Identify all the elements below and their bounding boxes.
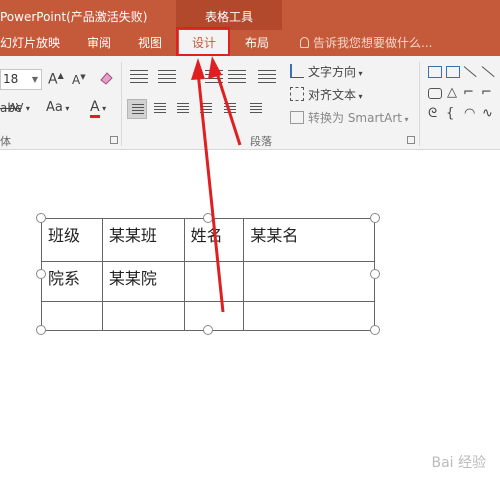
watermark: Bai 经验 [431,455,486,471]
eraser-icon [100,72,113,85]
justify-button[interactable] [196,99,216,119]
chevron-down-icon: ▼ [31,75,38,84]
font-dialog-launcher-icon[interactable] [110,136,118,144]
smartart-icon [290,111,304,124]
table-cell[interactable]: 班级 [41,218,103,262]
increase-indent-icon[interactable] [205,70,223,83]
columns-button[interactable] [246,99,266,119]
group-divider [419,62,420,146]
align-text-icon [290,87,304,101]
table-cell[interactable] [183,261,245,302]
ribbon: 18 ▼ A▲ A▼ abc AV ▾ Aa ▾ A ▾ 体 文字方向 ▾ 对齐… [0,56,500,150]
rounded-rectangle-shape-icon[interactable] [428,88,442,99]
font-size-select[interactable]: 18 ▼ [0,69,42,90]
resize-handle[interactable] [203,325,213,335]
table-tools-title: 表格工具 [204,10,253,24]
textbox-shape-icon[interactable] [428,66,442,78]
grow-font-button[interactable]: A▲ [48,71,64,88]
freeform-shape-icon[interactable]: ᘓ [428,106,437,121]
text-direction-icon [290,64,304,78]
table-cell[interactable]: 某某班 [101,218,185,262]
tell-me-text: 告诉我您想要做什么... [313,36,433,50]
distributed-button[interactable] [220,99,240,119]
resize-handle[interactable] [370,269,380,279]
group-divider [121,62,122,146]
table-row: 班级 某某班 姓名 某某名 [41,218,375,262]
resize-handle[interactable] [370,213,380,223]
curve-shape-icon[interactable]: { [446,106,454,121]
app-title: PowerPoint(产品激活失败) [0,10,148,24]
align-right-icon [177,103,189,114]
align-left-icon [132,104,144,115]
convert-smartart-button[interactable]: 转换为 SmartArt ▾ [290,109,409,126]
numbering-icon[interactable] [158,70,176,83]
char-spacing-label: AV [9,101,24,114]
elbow-connector-shape-icon[interactable]: ⌐ [463,85,474,100]
align-text-label: 对齐文本 [308,88,357,102]
grow-font-label: A [48,71,58,88]
align-center-icon [154,103,166,114]
table-cell[interactable]: 姓名 [183,218,245,262]
paragraph-dialog-launcher-icon[interactable] [407,136,415,144]
line-shape-icon[interactable] [463,66,477,78]
distributed-icon [224,103,236,114]
text-direction-button[interactable]: 文字方向 ▾ [290,63,363,80]
resize-handle[interactable] [36,325,46,335]
table-cell[interactable] [243,301,375,331]
shrink-font-label: A [72,73,81,87]
tab-review[interactable]: 审阅 [87,30,111,56]
vertical-textbox-shape-icon[interactable] [446,66,460,78]
table-cell[interactable]: 某某名 [243,218,375,262]
table-cell[interactable] [41,301,103,331]
arrow-shape-icon[interactable] [481,66,495,78]
tell-me-search[interactable]: 告诉我您想要做什么... [300,30,432,56]
clear-formatting-button[interactable] [99,70,113,85]
decrease-indent-icon[interactable] [228,70,246,83]
font-color-button[interactable]: A ▾ [90,99,106,118]
columns-icon [250,103,262,114]
curved-connector-shape-icon[interactable]: ⌐ [481,85,492,100]
resize-handle[interactable] [370,325,380,335]
tab-layout[interactable]: 布局 [245,30,269,56]
bullets-icon[interactable] [130,70,148,83]
table-cell[interactable] [101,301,185,331]
align-right-button[interactable] [173,99,193,119]
slide-table[interactable]: 班级 某某班 姓名 某某名 院系 某某院 [41,218,375,331]
ribbon-tab-row: 幻灯片放映 审阅 视图 设计 布局 告诉我您想要做什么... [0,30,500,56]
triangle-shape-icon[interactable]: △ [447,85,457,100]
justify-icon [200,103,212,114]
resize-handle[interactable] [36,213,46,223]
table-cell[interactable]: 院系 [41,261,103,302]
design-tab-highlight-box [176,27,230,56]
table-row: 院系 某某院 [41,261,375,302]
table-cell[interactable] [243,261,375,302]
arc-shape-icon[interactable]: ◠ [464,106,475,121]
lightbulb-icon [300,37,309,48]
font-size-value: 18 [3,72,19,86]
align-center-button[interactable] [150,99,170,119]
scribble-shape-icon[interactable]: ∿ [482,106,493,121]
table-cell[interactable]: 某某院 [101,261,185,302]
char-spacing-button[interactable]: AV ▾ [9,101,30,114]
change-case-label: Aa [46,100,63,115]
font-color-label: A [90,100,100,118]
resize-handle[interactable] [36,269,46,279]
tab-view[interactable]: 视图 [138,30,162,56]
align-text-button[interactable]: 对齐文本 ▾ [290,86,363,103]
text-direction-label: 文字方向 [308,65,357,79]
resize-handle[interactable] [203,213,213,223]
align-left-button[interactable] [127,99,147,119]
convert-smartart-label: 转换为 SmartArt [308,111,402,125]
shrink-font-button[interactable]: A▼ [72,73,86,87]
line-spacing-icon[interactable] [258,70,276,83]
tab-slideshow[interactable]: 幻灯片放映 [0,30,60,56]
change-case-button[interactable]: Aa ▾ [46,100,69,115]
font-group-label: 体 [0,135,11,148]
table-cell[interactable] [183,301,245,331]
paragraph-group-label: 段落 [250,135,272,148]
